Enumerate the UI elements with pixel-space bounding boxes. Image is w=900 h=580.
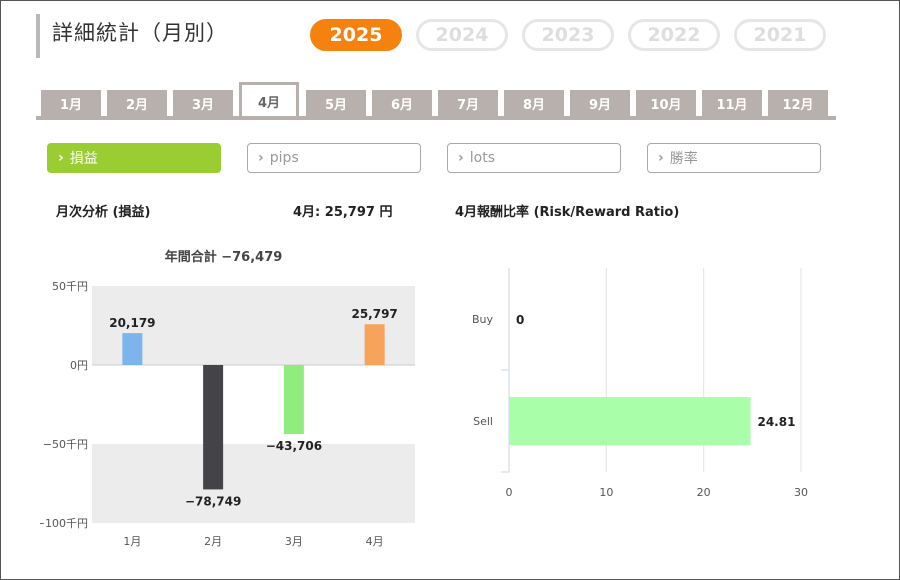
monthly-profit-chart: 年間合計 −76,479 50千円 0円 −50千円 −100千円 20,179 1月 −78… [40,249,415,548]
filter-profit-button[interactable]: › 損益 [47,143,221,173]
page-title: 詳細統計（月別） [52,21,228,45]
year-tab-2022[interactable]: 2022 [628,19,720,51]
filter-label: lots [469,150,496,166]
month-tab-11[interactable]: 11月 [702,90,762,116]
month-tab-7[interactable]: 7月 [438,90,498,116]
y-tick-label: 50千円 [52,280,88,293]
filter-label: pips [269,150,299,166]
filter-label: 損益 [69,151,98,167]
y-tick-label: Sell [473,415,493,428]
month-tab-8[interactable]: 8月 [504,90,564,116]
x-tick-label: 4月 [366,535,384,548]
x-tick-label: 1月 [123,535,141,548]
x-tick-label: 30 [794,486,808,499]
year-tab-2024[interactable]: 2024 [416,19,508,51]
chevron-right-icon: › [58,150,64,166]
y-tick-label: −100千円 [40,517,88,530]
month-tab-5[interactable]: 5月 [306,90,366,116]
chevron-right-icon: › [458,150,464,166]
year-tab-2023[interactable]: 2023 [522,19,614,51]
month-tab-6[interactable]: 6月 [372,90,432,116]
bar [509,397,751,445]
data-label: 25,797 [351,307,397,321]
month-tab-4[interactable]: 4月 [239,82,299,118]
month-tab-3[interactable]: 3月 [173,90,233,116]
month-summary-value: 4月: 25,797 円 [293,205,393,220]
data-label: 0 [516,313,524,327]
x-tick-label: 2月 [204,535,222,548]
y-tick-label: −50千円 [43,438,88,451]
y-tick-label: Buy [472,313,494,326]
month-tab-2[interactable]: 2月 [107,90,167,116]
filter-label: 勝率 [669,151,698,167]
chart-title: 年間合計 −76,479 [165,249,283,265]
month-tabs-underline [36,116,836,120]
month-tab-10[interactable]: 10月 [636,90,696,116]
x-tick-label: 3月 [285,535,303,548]
year-selector: 2025 2024 2023 2022 2021 [310,19,826,51]
y-tick-label: 0円 [70,359,88,372]
plot-band [92,444,415,523]
data-label: −78,749 [185,494,241,508]
bar [122,333,143,365]
monthly-analysis-heading: 月次分析 (損益) [56,205,151,220]
filter-pips-button[interactable]: › pips [247,143,421,173]
filter-lots-button[interactable]: › lots [447,143,621,173]
data-label: −43,706 [266,439,322,453]
title-bar: 詳細統計（月別） [36,14,228,58]
bar [283,365,304,435]
bar [364,324,385,365]
chevron-right-icon: › [658,150,664,166]
data-label: 20,179 [109,316,155,330]
x-tick-label: 0 [506,486,513,499]
year-tab-2025[interactable]: 2025 [310,19,402,51]
filter-winrate-button[interactable]: › 勝率 [647,143,821,173]
risk-reward-chart: 0 10 20 30 Buy 0 Sell 24.81 [472,268,808,499]
x-tick-label: 20 [697,486,711,499]
chevron-right-icon: › [258,150,264,166]
month-tab-9[interactable]: 9月 [570,90,630,116]
x-tick-label: 10 [599,486,613,499]
month-tab-1[interactable]: 1月 [41,90,101,116]
year-tab-2021[interactable]: 2021 [734,19,826,51]
month-tab-12[interactable]: 12月 [768,90,828,116]
risk-reward-heading: 4月報酬比率 (Risk/Reward Ratio) [455,205,680,220]
bar [203,365,224,490]
data-label: 24.81 [757,415,795,429]
